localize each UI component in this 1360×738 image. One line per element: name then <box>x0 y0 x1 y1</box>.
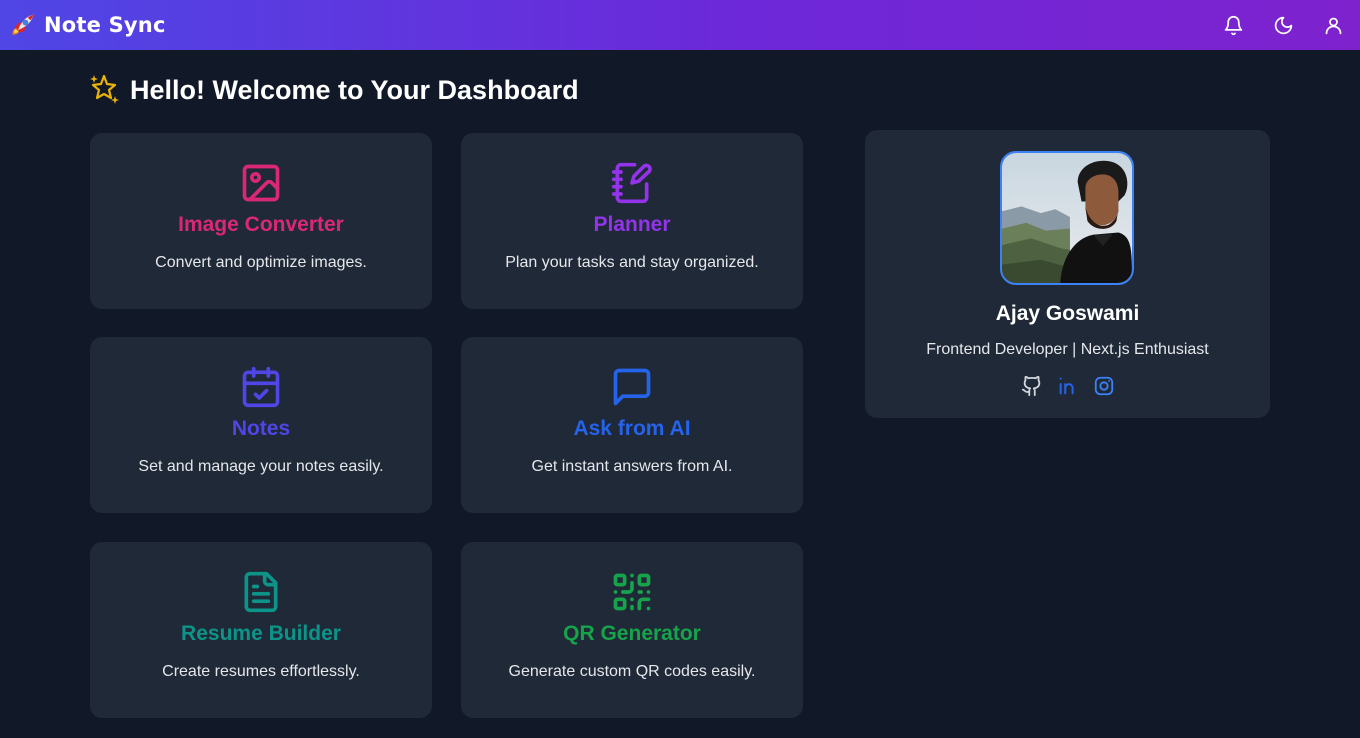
card-title: Planner <box>593 213 671 236</box>
card-description: Convert and optimize images. <box>155 254 367 271</box>
card-title: Ask from AI <box>573 417 691 440</box>
brand-name: Note Sync <box>44 13 166 37</box>
card-description: Plan your tasks and stay organized. <box>505 254 759 271</box>
page-heading: Hello! Welcome to Your Dashboard <box>90 72 579 109</box>
image-icon <box>90 161 432 205</box>
user-icon[interactable] <box>1322 14 1344 36</box>
card-notes[interactable]: Notes Set and manage your notes easily. <box>90 337 432 513</box>
linkedin-icon[interactable] <box>1057 375 1079 397</box>
card-description: Create resumes effortlessly. <box>162 663 360 680</box>
card-ask-ai[interactable]: Ask from AI Get instant answers from AI. <box>461 337 803 513</box>
notebook-pen-icon <box>461 161 803 205</box>
moon-icon[interactable] <box>1272 14 1294 36</box>
card-description: Set and manage your notes easily. <box>138 458 384 475</box>
calendar-check-icon <box>90 365 432 409</box>
profile-name: Ajay Goswami <box>995 302 1140 325</box>
card-image-converter[interactable]: Image Converter Convert and optimize ima… <box>90 133 432 309</box>
top-navbar: Note Sync <box>0 0 1360 50</box>
card-title: QR Generator <box>563 622 701 645</box>
card-description: Get instant answers from AI. <box>531 458 733 475</box>
profile-card: Ajay Goswami Frontend Developer | Next.j… <box>865 130 1270 418</box>
card-qr-generator[interactable]: QR Generator Generate custom QR codes ea… <box>461 542 803 718</box>
card-planner[interactable]: Planner Plan your tasks and stay organiz… <box>461 133 803 309</box>
profile-role: Frontend Developer | Next.js Enthusiast <box>926 341 1209 358</box>
file-text-icon <box>90 570 432 614</box>
message-icon <box>461 365 803 409</box>
bell-icon[interactable] <box>1222 14 1244 36</box>
avatar <box>1000 151 1134 285</box>
github-icon[interactable] <box>1021 375 1043 397</box>
card-title: Resume Builder <box>181 622 341 645</box>
card-resume-builder[interactable]: Resume Builder Create resumes effortless… <box>90 542 432 718</box>
sparkles-icon <box>90 72 120 109</box>
brand[interactable]: Note Sync <box>10 12 166 38</box>
instagram-icon[interactable] <box>1093 375 1115 397</box>
page-title: Hello! Welcome to Your Dashboard <box>130 75 579 105</box>
social-links <box>865 375 1270 397</box>
rocket-icon <box>10 12 36 38</box>
qr-code-icon <box>461 570 803 614</box>
card-title: Image Converter <box>178 213 344 236</box>
card-title: Notes <box>231 417 291 440</box>
card-description: Generate custom QR codes easily. <box>508 663 756 680</box>
